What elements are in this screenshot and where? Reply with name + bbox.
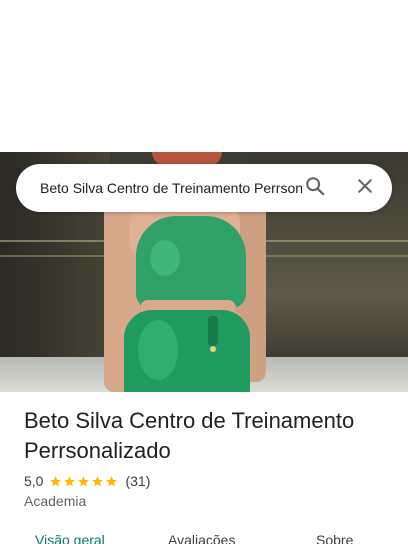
place-tabs: Visão geral Avaliações Sobre [0,528,408,544]
rating-row[interactable]: 5,0 (31) [24,471,150,491]
map-top-area [0,0,408,152]
photo-top [136,216,246,308]
star-icon [64,475,76,486]
star-icon [78,475,90,486]
close-icon [355,176,375,201]
star-icon [92,475,104,486]
place-title: Beto Silva Centro de Treinamento Perrson… [24,408,355,463]
star-icon [50,475,62,486]
tab-reviews[interactable]: Avaliações [168,532,235,544]
place-category[interactable]: Academia [24,493,86,509]
photo-pants [124,310,250,392]
star-icon [106,475,118,486]
search-button[interactable] [301,174,329,202]
search-bar[interactable] [16,164,392,212]
review-count[interactable]: (31) [125,473,150,489]
star-rating [49,475,119,488]
search-input[interactable] [40,164,302,212]
close-button[interactable] [351,174,379,202]
rating-value: 5,0 [24,473,44,489]
tab-about[interactable]: Sobre [316,532,353,544]
tab-overview[interactable]: Visão geral [35,532,105,544]
search-icon [304,175,326,202]
